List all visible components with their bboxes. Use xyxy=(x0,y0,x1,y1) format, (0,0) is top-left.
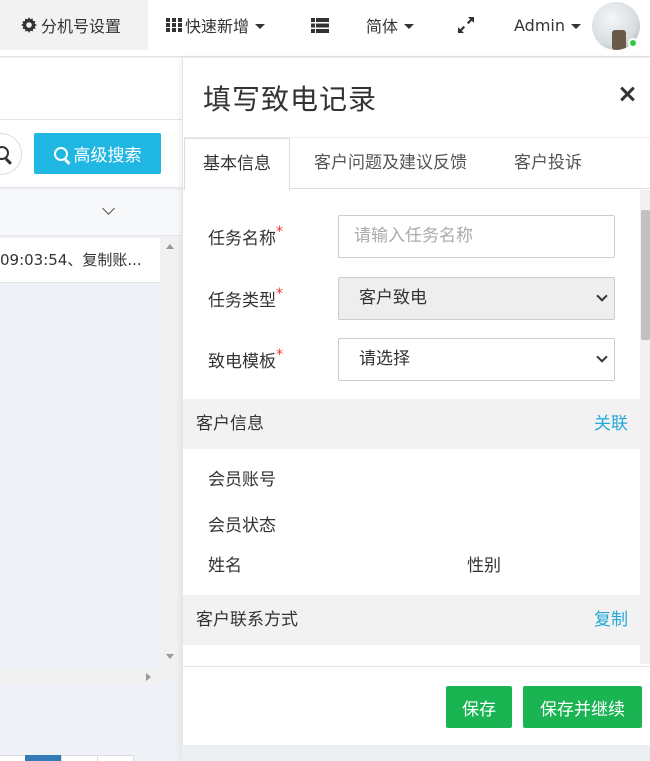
save-button[interactable]: 保存 xyxy=(446,686,512,728)
member-status-label: 会员状态 xyxy=(208,516,276,536)
scroll-up-icon[interactable] xyxy=(166,244,174,249)
close-icon[interactable] xyxy=(619,86,635,102)
vertical-scrollbar[interactable] xyxy=(160,238,182,678)
user-name: Admin xyxy=(514,15,565,35)
list-icon xyxy=(311,17,329,33)
language-label: 简体 xyxy=(366,17,399,36)
column-dropdown[interactable] xyxy=(0,190,182,236)
contact-title: 客户联系方式 xyxy=(196,610,298,630)
online-status-dot xyxy=(628,38,638,48)
page-1-button[interactable]: 1 xyxy=(25,755,62,761)
quick-add-menu[interactable]: 快速新增 xyxy=(166,0,266,50)
fullscreen-button[interactable] xyxy=(457,0,475,50)
tab-complaint[interactable]: 客户投诉 xyxy=(514,138,582,190)
save-continue-button[interactable]: 保存并继续 xyxy=(523,686,642,728)
template-label: 致电模板* xyxy=(208,347,283,372)
associate-link[interactable]: 关联 xyxy=(594,399,628,449)
task-type-select[interactable]: 客户致电 xyxy=(338,277,615,320)
extension-settings-menu[interactable]: 分机号设置 xyxy=(0,0,148,50)
background-list-panel: 高级搜索 09:03:54、复制账... ‹ 1 › » xyxy=(0,58,182,761)
gender-label: 性别 xyxy=(467,556,501,576)
required-mark: * xyxy=(276,224,283,240)
task-name-label: 任务名称* xyxy=(208,224,283,249)
task-type-label: 任务类型* xyxy=(208,286,283,311)
template-label-text: 致电模板 xyxy=(208,352,276,372)
task-name-input[interactable]: 请输入任务名称 xyxy=(338,215,615,258)
drawer-scroll-thumb[interactable] xyxy=(641,210,650,340)
template-select[interactable]: 请选择 xyxy=(338,338,615,381)
name-label: 姓名 xyxy=(208,556,242,576)
chevron-down-icon xyxy=(102,202,115,215)
pagination: ‹ 1 › » xyxy=(0,755,134,761)
caret-down-icon xyxy=(571,23,581,29)
member-account-label: 会员账号 xyxy=(208,470,276,490)
scroll-down-icon[interactable] xyxy=(166,654,174,659)
advanced-search-label: 高级搜索 xyxy=(73,146,142,166)
contact-section-header: 客户联系方式 复制 xyxy=(183,595,640,645)
chevron-down-icon xyxy=(596,290,608,302)
caret-down-icon xyxy=(404,23,415,29)
user-menu[interactable]: Admin xyxy=(514,0,581,50)
search-icon xyxy=(53,146,68,161)
copy-link[interactable]: 复制 xyxy=(594,595,628,645)
customer-info-title: 客户信息 xyxy=(196,414,264,434)
required-mark: * xyxy=(276,347,283,363)
table-row[interactable]: 09:03:54、复制账... xyxy=(0,238,160,283)
list-view-button[interactable] xyxy=(311,0,329,50)
grid-icon xyxy=(166,18,182,32)
page-prev-button[interactable]: ‹ xyxy=(0,755,26,761)
language-menu[interactable]: 简体 xyxy=(366,0,415,50)
task-type-label-text: 任务类型 xyxy=(208,291,276,311)
customer-info-section-header: 客户信息 关联 xyxy=(183,399,640,449)
drawer-title: 填写致电记录 xyxy=(203,83,378,116)
quick-add-label: 快速新增 xyxy=(185,17,250,36)
call-record-drawer: 填写致电记录 基本信息 客户问题及建议反馈 客户投诉 任务名称* 请输入任务名称… xyxy=(182,58,650,761)
horizontal-scrollbar[interactable] xyxy=(0,668,160,685)
required-mark: * xyxy=(276,286,283,302)
template-value: 请选择 xyxy=(359,349,410,369)
tab-basic-info[interactable]: 基本信息 xyxy=(184,138,290,191)
tab-feedback[interactable]: 客户问题及建议反馈 xyxy=(314,138,467,190)
extension-settings-label: 分机号设置 xyxy=(41,17,122,36)
task-type-value: 客户致电 xyxy=(359,288,427,308)
drawer-tabs: 基本信息 客户问题及建议反馈 客户投诉 xyxy=(183,137,650,191)
panel-header xyxy=(0,58,182,120)
top-navbar: 分机号设置 快速新增 简体 Admin xyxy=(0,0,650,57)
bottom-strip xyxy=(182,745,650,761)
chevron-down-icon xyxy=(596,351,608,363)
gear-icon xyxy=(21,17,37,33)
caret-down-icon xyxy=(255,23,266,29)
expand-icon xyxy=(458,17,474,33)
page-last-button[interactable]: » xyxy=(97,755,134,761)
scroll-right-icon[interactable] xyxy=(146,673,151,681)
task-name-label-text: 任务名称 xyxy=(208,229,276,249)
advanced-search-button[interactable]: 高级搜索 xyxy=(34,133,161,174)
page-next-button[interactable]: › xyxy=(61,755,98,761)
